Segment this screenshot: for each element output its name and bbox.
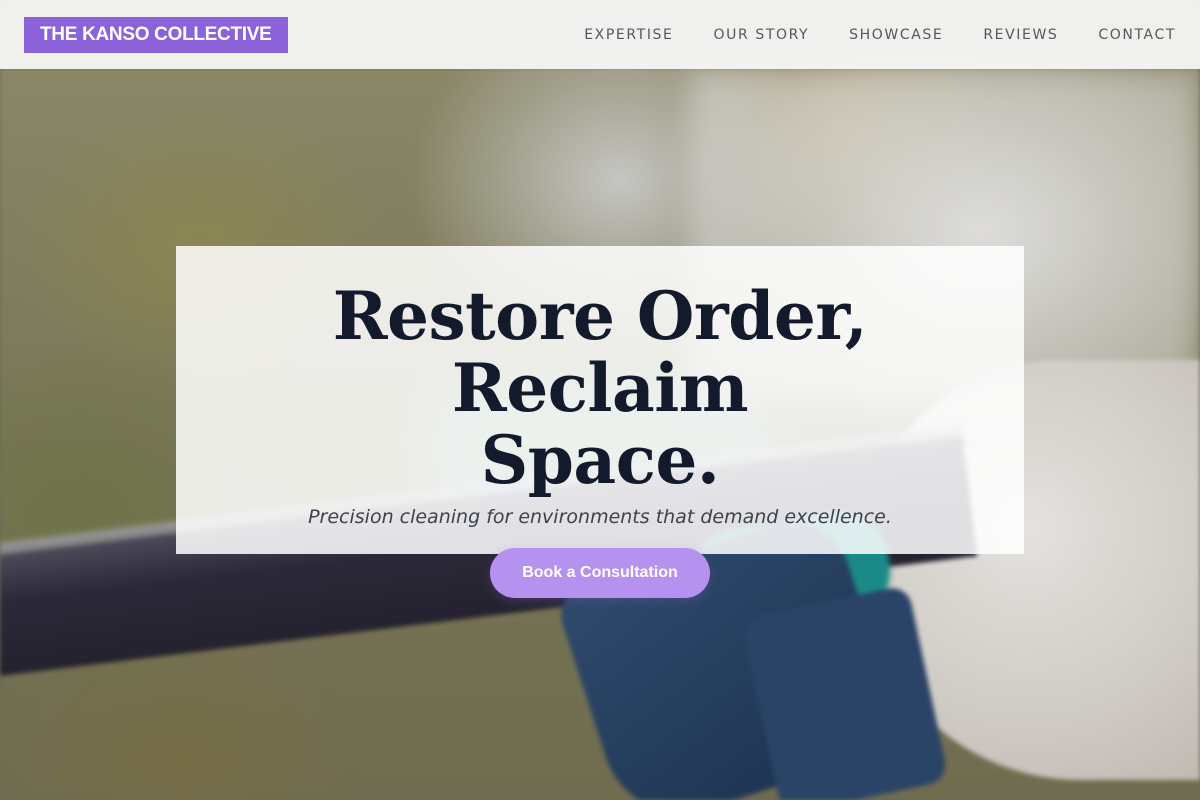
book-consultation-button[interactable]: Book a Consultation xyxy=(490,548,710,598)
site-header: THE KANSO COLLECTIVE EXPERTISE OUR STORY… xyxy=(0,0,1200,69)
hero-title-line-2: Space. xyxy=(480,421,720,499)
hero-title: Restore Order, Reclaim Space. xyxy=(176,280,1024,496)
logo[interactable]: THE KANSO COLLECTIVE xyxy=(24,16,288,53)
nav-link-our-story[interactable]: OUR STORY xyxy=(713,27,809,43)
hero-card: Restore Order, Reclaim Space. Precision … xyxy=(176,246,1024,598)
nav-link-reviews[interactable]: REVIEWS xyxy=(983,27,1058,43)
hero-subtitle: Precision cleaning for environments that… xyxy=(308,506,892,528)
hero-title-line-1: Restore Order, Reclaim xyxy=(332,277,868,427)
nav-link-expertise[interactable]: EXPERTISE xyxy=(584,27,673,43)
main-nav: EXPERTISE OUR STORY SHOWCASE REVIEWS CON… xyxy=(584,27,1176,43)
nav-link-showcase[interactable]: SHOWCASE xyxy=(849,27,943,43)
nav-link-contact[interactable]: CONTACT xyxy=(1098,27,1176,43)
